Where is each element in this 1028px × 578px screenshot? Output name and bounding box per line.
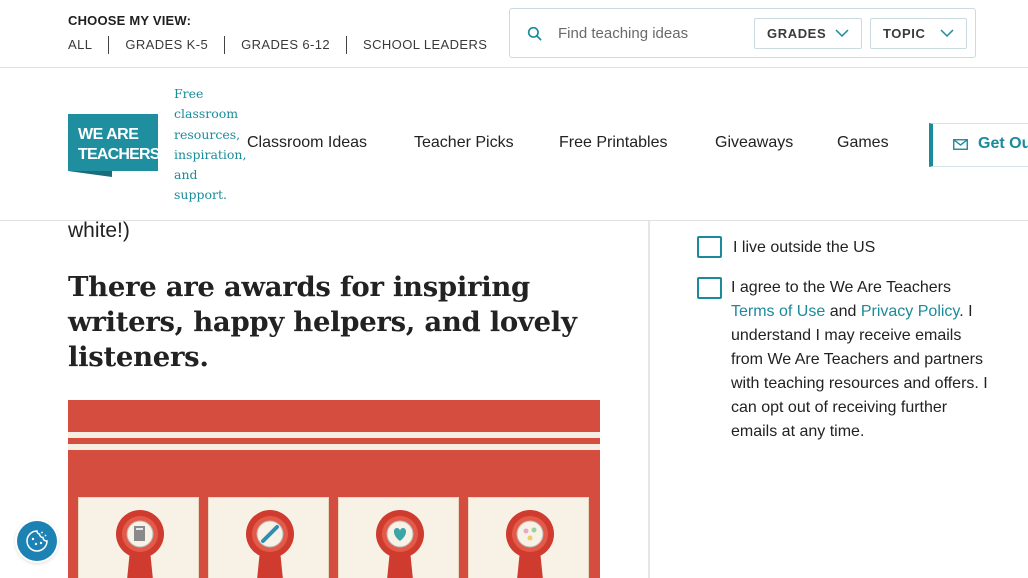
illustration-stripe [68, 432, 600, 438]
cookie-icon [26, 530, 48, 552]
search-input[interactable] [558, 21, 748, 45]
svg-text:WE ARE: WE ARE [78, 126, 139, 143]
chevron-down-icon [835, 29, 849, 38]
cta-label: Get Ou [978, 135, 1028, 152]
consent-checkbox[interactable] [697, 277, 722, 299]
award-card [208, 497, 329, 578]
nav-link-classroom-ideas[interactable]: Classroom Ideas [247, 134, 367, 152]
article-text-fragment: white!) [68, 219, 130, 242]
mail-icon [953, 139, 968, 150]
grades-select-label: GRADES [767, 26, 827, 41]
consent-prefix: I agree to the We Are Teachers [731, 279, 951, 296]
consent-text: I agree to the We Are Teachers Terms of … [731, 276, 993, 444]
view-chooser-label: CHOOSE MY VIEW: [68, 13, 192, 28]
cookie-settings-button[interactable] [17, 521, 57, 561]
nav-link-giveaways[interactable]: Giveaways [715, 134, 793, 152]
awards-illustration [68, 400, 600, 578]
consent-suffix: . I understand I may receive emails from… [731, 303, 988, 440]
award-card [78, 497, 199, 578]
view-link-grades-6-12[interactable]: GRADES 6-12 [224, 36, 346, 54]
view-chooser: ALL GRADES K-5 GRADES 6-12 SCHOOL LEADER… [68, 36, 503, 54]
topic-select-label: TOPIC [883, 26, 926, 41]
grades-select[interactable]: GRADES [754, 18, 862, 49]
illustration-stripe [68, 444, 600, 450]
award-ribbon-pencil-icon [246, 510, 294, 578]
nav-link-free-printables[interactable]: Free Printables [559, 134, 668, 152]
topic-select[interactable]: TOPIC [870, 18, 967, 49]
chevron-down-icon [940, 29, 954, 38]
privacy-policy-link[interactable]: Privacy Policy [861, 303, 959, 320]
view-link-school-leaders[interactable]: SCHOOL LEADERS [346, 36, 503, 54]
top-utility-bar: CHOOSE MY VIEW: ALL GRADES K-5 GRADES 6-… [0, 0, 1028, 68]
column-divider [648, 221, 650, 578]
we-are-teachers-logo[interactable]: WE ARE TEACHERS [68, 114, 158, 177]
consent-and: and [825, 303, 861, 320]
award-ribbon-flower-icon [506, 510, 554, 578]
article-subheading: There are awards for inspiring writers, … [68, 271, 577, 373]
award-card [468, 497, 589, 578]
outside-us-checkbox[interactable] [697, 236, 722, 258]
newsletter-cta-button[interactable]: Get Ou [929, 123, 1028, 167]
search-bar: GRADES TOPIC [509, 8, 976, 58]
view-link-all[interactable]: ALL [68, 36, 108, 54]
terms-of-use-link[interactable]: Terms of Use [731, 303, 825, 320]
nav-link-teacher-picks[interactable]: Teacher Picks [414, 134, 514, 152]
award-ribbon-book-icon [116, 510, 164, 578]
award-card [338, 497, 459, 578]
award-ribbon-heart-icon [376, 510, 424, 578]
search-icon[interactable] [527, 26, 542, 41]
outside-us-label: I live outside the US [733, 239, 876, 256]
view-link-grades-k-5[interactable]: GRADES K-5 [108, 36, 224, 54]
svg-text:TEACHERS: TEACHERS [78, 146, 158, 163]
main-navigation: WE ARE TEACHERS Free classroom resources… [0, 68, 1028, 221]
nav-link-games[interactable]: Games [837, 134, 889, 152]
site-tagline: Free classroom resources, inspiration, a… [174, 86, 247, 203]
